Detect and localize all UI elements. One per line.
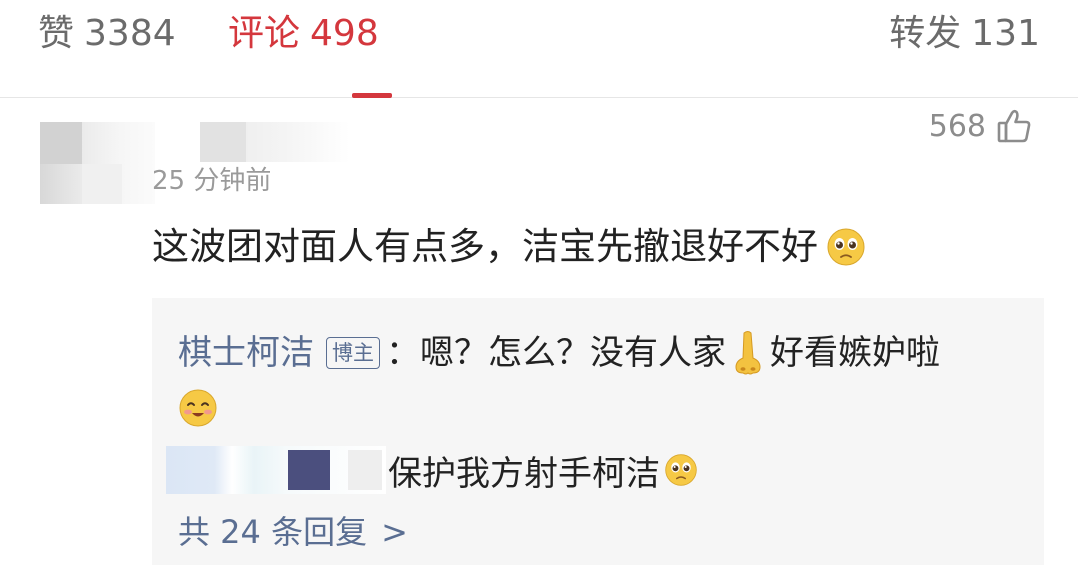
- tab-reposts-count: 131: [971, 13, 1040, 54]
- tab-bar: 赞 3384 评论 498 转发 131: [0, 0, 1078, 98]
- thumbs-up-icon: [996, 108, 1032, 144]
- author-reply-text-2: 好看嫉妒啦: [770, 333, 940, 373]
- tab-reposts[interactable]: 转发 131: [889, 12, 1040, 56]
- like-button[interactable]: 568: [929, 108, 1032, 144]
- more-replies-label: 共 24 条回复: [178, 513, 368, 551]
- username-redacted[interactable]: [200, 122, 350, 162]
- user-reply-text: 保护我方射手柯洁: [388, 453, 660, 494]
- reply-username-redacted[interactable]: [166, 446, 386, 494]
- tab-comments-count: 498: [310, 13, 379, 54]
- active-tab-indicator: [352, 93, 392, 98]
- tab-reposts-label: 转发: [889, 13, 962, 54]
- chevron-right-icon: >: [381, 513, 408, 551]
- reply-author-name[interactable]: 棋士柯洁: [178, 328, 314, 378]
- comment-text: 这波团对面人有点多，洁宝先撤退好不好: [152, 225, 818, 268]
- tab-likes[interactable]: 赞 3384: [38, 12, 176, 56]
- reply-section: 棋士柯洁 博主 ：嗯？怎么？没有人家 好看嫉妒啦 保护我方射手柯洁 共 24 条…: [152, 298, 1044, 565]
- tab-likes-count: 3384: [84, 13, 176, 54]
- nose-icon: [735, 331, 761, 375]
- host-badge: 博主: [326, 337, 380, 369]
- author-reply-text-1: ：嗯？怎么？没有人家: [386, 333, 726, 373]
- pleading-face-icon: [665, 454, 697, 486]
- user-reply: 保护我方射手柯洁: [166, 442, 698, 498]
- tab-comments[interactable]: 评论 498: [228, 12, 379, 56]
- tab-comments-label: 评论: [228, 13, 301, 54]
- more-replies-link[interactable]: 共 24 条回复 >: [178, 510, 408, 554]
- comment-timestamp: 25 分钟前: [152, 166, 272, 196]
- like-count: 568: [928, 108, 986, 144]
- author-reply: 棋士柯洁 博主 ：嗯？怎么？没有人家 好看嫉妒啦: [178, 328, 940, 378]
- tab-likes-label: 赞: [38, 13, 75, 54]
- pleading-face-icon: [827, 228, 865, 266]
- smiling-blush-icon: [179, 389, 217, 427]
- avatar[interactable]: [40, 122, 155, 204]
- comment-body: 这波团对面人有点多，洁宝先撤退好不好: [152, 222, 866, 272]
